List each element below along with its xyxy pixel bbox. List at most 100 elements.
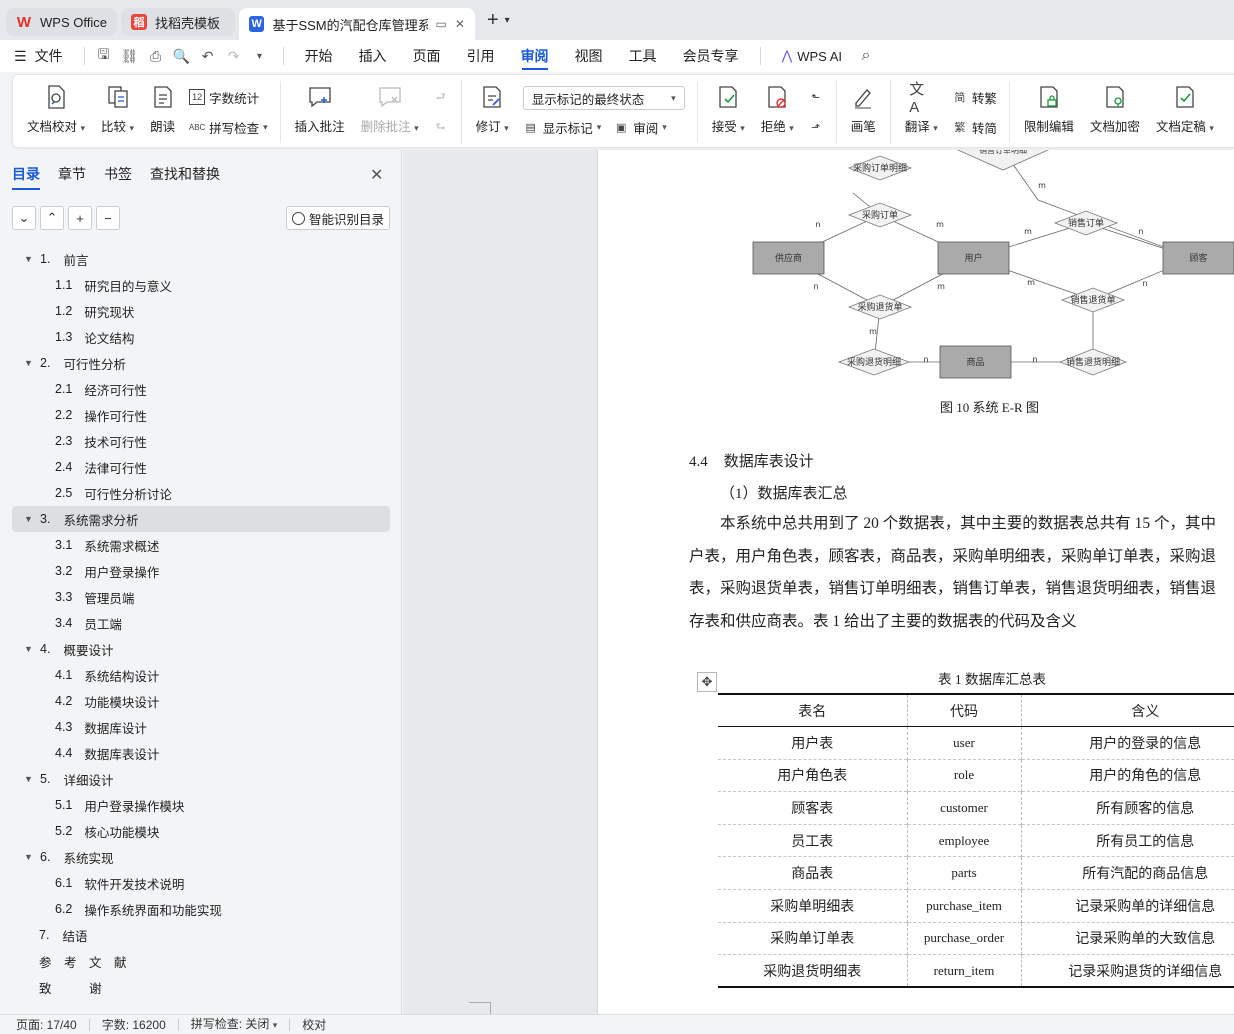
page-indicator[interactable]: 页面: 17/40 [16,1018,90,1031]
toc-item[interactable]: ▼ 3. 系统需求分析 [12,506,390,532]
nav-tab-bookmark[interactable]: 书签 [104,164,132,190]
toc-item[interactable]: 1.3 论文结构 [12,324,390,350]
search-icon[interactable]: ⌕ [855,45,877,67]
print-preview-icon[interactable]: 🔍 [171,45,193,67]
tab-template[interactable]: 稻 找稻壳模板 [120,8,235,36]
toc-item[interactable]: 3.2 用户登录操作 [12,558,390,584]
toc-item[interactable]: 6.1 软件开发技术说明 [12,870,390,896]
pen-button[interactable]: 画笔 [843,84,884,140]
move-handle-icon[interactable]: ✥ [697,672,717,692]
menu-insert[interactable]: 插入 [346,40,400,72]
nav-tab-find-replace[interactable]: 查找和替换 [150,164,220,190]
plus-icon[interactable]: + [487,9,499,32]
delete-comment-button[interactable]: 删除批注 ▾ [353,84,427,140]
spell-check-button[interactable]: ABC 拼写检查 ▾ [189,116,268,138]
tab-wps-office[interactable]: W WPS Office [6,8,117,36]
toc-item[interactable]: 4.4 数据库表设计 [12,740,390,766]
spell-check-indicator[interactable]: 拼写检查: 关闭 ▾ [191,1018,291,1031]
proof-indicator[interactable]: 校对 [302,1019,338,1031]
expand-triangle-icon[interactable]: ▼ [12,852,33,862]
chevron-up-icon[interactable]: ⌃ [40,206,64,230]
toc-item[interactable]: 参 考 文 献 [12,948,390,974]
previous-comment-button[interactable]: ⮐ [433,86,449,108]
toc-item[interactable]: ▼ 5. 详细设计 [12,766,390,792]
save-icon[interactable]: 🖫 [93,45,115,67]
toc-item[interactable]: 2.4 法律可行性 [12,454,390,480]
accept-button[interactable]: 接受 ▾ [704,84,753,140]
toc-item[interactable]: 1.1 研究目的与意义 [12,272,390,298]
revise-button[interactable]: 修订 ▾ [468,84,517,140]
restrict-edit-button[interactable]: 限制编辑 [1016,84,1082,140]
redo-icon[interactable]: ↷ [223,45,245,67]
to-simplified-button[interactable]: 繁 转简 [952,116,997,138]
toc-item[interactable]: 2.1 经济可行性 [12,376,390,402]
close-tab-icon[interactable]: ✕ [455,17,465,31]
chevron-down-icon[interactable]: ⌄ [12,206,36,230]
expand-triangle-icon[interactable]: ▼ [12,514,33,524]
toc-item[interactable]: 4.3 数据库设计 [12,714,390,740]
next-comment-button[interactable]: ⮑ [433,116,449,138]
encrypt-button[interactable]: 文档加密 [1082,84,1148,140]
toc-item[interactable]: 4.1 系统结构设计 [12,662,390,688]
monitor-icon[interactable]: ▭ [436,17,447,31]
toc-item[interactable]: 3.3 管理员端 [12,584,390,610]
toc-item[interactable]: 3.1 系统需求概述 [12,532,390,558]
toc-item[interactable]: 4.2 功能模块设计 [12,688,390,714]
finalize-button[interactable]: 文档定稿 ▾ [1148,84,1222,140]
read-aloud-button[interactable]: 朗读 [142,84,183,140]
tab-document[interactable]: W 基于SSM的汽配仓库管理系统 ▭ ✕ [238,8,475,40]
expand-triangle-icon[interactable]: ▼ [12,254,33,264]
close-icon[interactable]: ✕ [370,165,383,185]
menu-member[interactable]: 会员专享 [670,40,752,72]
toc-item[interactable]: 7. 结语 [12,922,390,948]
expand-triangle-icon[interactable]: ▼ [12,644,33,654]
nav-tab-toc[interactable]: 目录 [12,164,40,190]
link-icon[interactable]: ⛓ [119,45,141,67]
to-traditional-button[interactable]: 简 转繁 [952,86,997,108]
nav-tab-chapter[interactable]: 章节 [58,164,86,190]
expand-triangle-icon[interactable]: ▼ [12,774,33,784]
chevron-down-icon[interactable]: ▾ [249,45,271,67]
plus-icon[interactable]: + [68,206,92,230]
menu-start[interactable]: 开始 [292,40,346,72]
toc-item[interactable]: 5.1 用户登录操作模块 [12,792,390,818]
show-markup-button[interactable]: ▤ 显示标记 ▾ [523,116,602,138]
chevron-down-icon[interactable]: ▾ [505,15,510,26]
toc-item[interactable]: 2.2 操作可行性 [12,402,390,428]
toc-item[interactable]: 6.2 操作系统界面和功能实现 [12,896,390,922]
toc-item[interactable]: ▼ 1. 前言 [12,246,390,272]
previous-change-button[interactable]: ⬑ [808,86,824,108]
next-change-button[interactable]: ⬏ [808,116,824,138]
wps-ai-button[interactable]: ⋀ WPS AI [769,40,855,72]
toc-item[interactable]: ▼ 6. 系统实现 [12,844,390,870]
toc-item[interactable]: ▼ 2. 可行性分析 [12,350,390,376]
menu-reference[interactable]: 引用 [454,40,508,72]
insert-comment-button[interactable]: 插入批注 [287,84,353,140]
word-count-button[interactable]: 12 字数统计 [189,86,268,108]
undo-icon[interactable]: ↶ [197,45,219,67]
translate-button[interactable]: 文A 翻译 ▾ [897,81,946,140]
menu-view[interactable]: 视图 [562,40,616,72]
toc-item[interactable]: 3.4 员工端 [12,610,390,636]
toc-item[interactable]: 5.2 核心功能模块 [12,818,390,844]
smart-toc-button[interactable]: 智能识别目录 [286,206,390,230]
menu-review[interactable]: 审阅 [508,40,562,72]
compare-button[interactable]: 比较 ▾ [93,84,142,140]
minus-icon[interactable]: − [96,206,120,230]
menu-tools[interactable]: 工具 [616,40,670,72]
toc-item[interactable]: 2.5 可行性分析讨论 [12,480,390,506]
expand-triangle-icon[interactable]: ▼ [12,358,33,368]
doc-check-button[interactable]: 文档校对 ▾ [19,84,93,140]
file-menu[interactable]: ☰ 文件 [14,40,76,72]
toc-item[interactable]: 2.3 技术可行性 [12,428,390,454]
menu-page[interactable]: 页面 [400,40,454,72]
reject-button[interactable]: 拒绝 ▾ [753,84,802,140]
toc-item[interactable]: ▼ 4. 概要设计 [12,636,390,662]
toc-item[interactable]: 1.2 研究现状 [12,298,390,324]
toc-item[interactable]: 致 谢 [12,974,390,1000]
word-count-indicator[interactable]: 字数: 16200 [102,1018,179,1031]
review-pane-button[interactable]: ▣ 审阅 ▾ [613,116,667,138]
markup-state-dropdown[interactable]: 显示标记的最终状态 ▾ [522,86,685,110]
new-tab[interactable]: + ▾ [479,6,510,34]
print-icon[interactable]: ⎙ [145,45,167,67]
